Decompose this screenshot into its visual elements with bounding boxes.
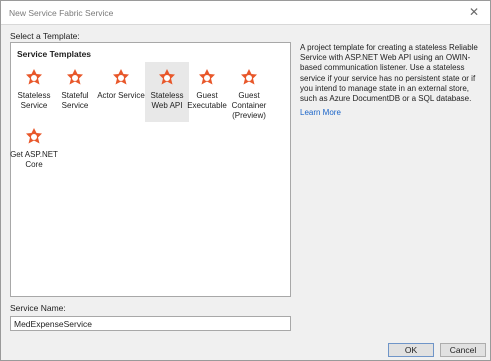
- service-fabric-icon: [241, 69, 257, 85]
- service-fabric-icon: [67, 69, 83, 85]
- templates-heading: Service Templates: [17, 49, 92, 59]
- templates-panel: Service Templates Stateless Service Stat…: [10, 42, 291, 297]
- template-stateful-service[interactable]: Stateful Service: [53, 64, 97, 118]
- template-description: A project template for creating a statel…: [300, 43, 478, 104]
- ok-button[interactable]: OK: [388, 343, 434, 357]
- template-guest-container[interactable]: Guest Container (Preview): [227, 64, 271, 130]
- service-fabric-icon: [113, 69, 129, 85]
- template-get-aspnet-core[interactable]: Get ASP.NET Core: [10, 123, 58, 177]
- template-label: Get ASP.NET Core: [10, 150, 58, 169]
- close-icon[interactable]: ✕: [466, 4, 482, 20]
- service-name-label: Service Name:: [10, 303, 66, 313]
- title-bar: New Service Fabric Service ✕: [1, 1, 490, 25]
- service-name-input[interactable]: [10, 316, 291, 331]
- select-template-label: Select a Template:: [10, 31, 80, 41]
- dialog-title: New Service Fabric Service: [9, 8, 114, 18]
- new-service-dialog: New Service Fabric Service ✕ Select a Te…: [0, 0, 491, 361]
- learn-more-link[interactable]: Learn More: [300, 108, 341, 117]
- template-actor-service[interactable]: Actor Service: [97, 64, 145, 118]
- service-fabric-icon: [26, 69, 42, 85]
- service-fabric-icon: [159, 69, 175, 85]
- template-label: Guest Container (Preview): [231, 91, 267, 120]
- service-fabric-icon: [26, 128, 42, 144]
- service-fabric-icon: [199, 69, 215, 85]
- cancel-button[interactable]: Cancel: [440, 343, 486, 357]
